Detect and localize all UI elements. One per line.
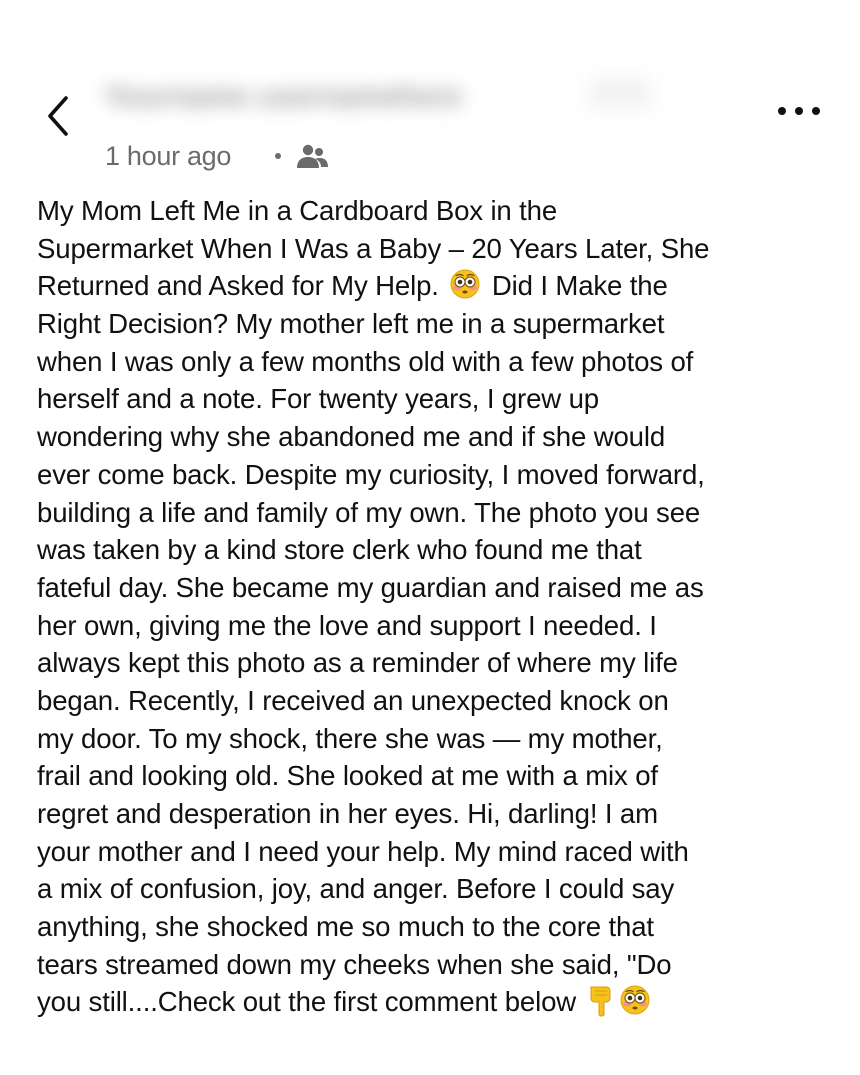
more-horizontal-icon <box>778 107 786 115</box>
post-text-line: frail and looking old. She looked at me … <box>37 757 827 795</box>
post-text-segment: when I was only a few months old with a … <box>37 345 694 377</box>
chevron-left-icon <box>48 96 68 136</box>
post-text-segment: Returned and Asked for My Help. <box>37 270 439 302</box>
post-timestamp[interactable]: 1 hour ago <box>105 141 231 172</box>
post-text-line: fateful day. She became my guardian and … <box>37 569 827 607</box>
post-text-line: Returned and Asked for My Help. Did I Ma… <box>37 267 827 305</box>
post-text-segment: her own, giving me the love and support … <box>37 609 657 641</box>
post-text-segment: My Mom Left Me in a Cardboard Box in the <box>37 195 558 226</box>
post-text-line: My Mom Left Me in a Cardboard Box in the <box>37 192 827 230</box>
post-text-line: regret and desperation in her eyes. Hi, … <box>37 795 827 833</box>
backhand-index-pointing-down-emoji <box>590 986 611 1017</box>
post-text-line: Right Decision? My mother left me in a s… <box>37 305 827 343</box>
post-text-segment: fateful day. She became my guardian and … <box>37 571 704 603</box>
post-text-segment: my door. To my shock, there she was — my… <box>37 722 663 754</box>
post-text-line: anything, she shocked me so much to the … <box>37 908 827 946</box>
post-text-segment: always kept this photo as a reminder of … <box>37 647 678 679</box>
post-text-segment: building a life and family of my own. Th… <box>37 496 701 528</box>
post-text-segment: wondering why she abandoned me and if sh… <box>37 421 666 453</box>
post-text-line: a mix of confusion, joy, and anger. Befo… <box>37 870 827 908</box>
author-name-blurred[interactable]: Yourname usernamehere <box>104 80 462 116</box>
post-text-line: building a life and family of my own. Th… <box>37 494 827 532</box>
post-text-segment: anything, she shocked me so much to the … <box>37 911 654 943</box>
more-options-button[interactable] <box>778 104 820 118</box>
post-text-segment: a mix of confusion, joy, and anger. Befo… <box>37 873 675 905</box>
post-header: Yourname usernamehere 1 hour ago <box>0 0 860 190</box>
post-text-line: began. Recently, I received an unexpecte… <box>37 682 827 720</box>
post-text-segment: regret and desperation in her eyes. Hi, … <box>37 798 658 829</box>
more-dot <box>812 107 820 115</box>
post-text-segment: you still....Check out the first comment… <box>37 986 577 1018</box>
post-text-line: your mother and I need your help. My min… <box>37 833 827 871</box>
blurred-region <box>590 78 650 108</box>
post-text-line: Supermarket When I Was a Baby – 20 Years… <box>37 230 827 268</box>
post-text-line: my door. To my shock, there she was — my… <box>37 720 827 758</box>
post-text-segment: began. Recently, I received an unexpecte… <box>37 684 669 716</box>
friends-icon[interactable] <box>295 142 329 170</box>
post-text-segment: herself and a note. For twenty years, I … <box>37 383 599 415</box>
post-text-line: ever come back. Despite my curiosity, I … <box>37 456 827 494</box>
post-text-line: always kept this photo as a reminder of … <box>37 644 827 682</box>
flushed-face-emoji <box>620 985 650 1015</box>
post-text-segment: Did I Make the <box>484 270 668 302</box>
post-text-line: herself and a note. For twenty years, I … <box>37 380 827 418</box>
post-text-line: her own, giving me the love and support … <box>37 607 827 645</box>
post-text-line: was taken by a kind store clerk who foun… <box>37 531 827 569</box>
post-text-segment: Supermarket When I Was a Baby – 20 Years… <box>37 232 710 264</box>
post-text-line: when I was only a few months old with a … <box>37 343 827 381</box>
post-text-line: you still....Check out the first comment… <box>37 983 827 1021</box>
more-dot <box>795 107 803 115</box>
post-text-line: wondering why she abandoned me and if sh… <box>37 418 827 456</box>
post-text-segment: frail and looking old. She looked at me … <box>37 760 658 792</box>
post-text: My Mom Left Me in a Cardboard Box in the… <box>37 192 827 1021</box>
post-text-segment: ever come back. Despite my curiosity, I … <box>37 458 705 490</box>
separator-dot <box>275 153 282 159</box>
flushed-face-emoji <box>450 269 480 299</box>
back-button[interactable] <box>40 92 80 140</box>
post-text-segment: tears streamed down my cheeks when she s… <box>37 948 672 980</box>
post-text-segment: was taken by a kind store clerk who foun… <box>37 534 642 566</box>
post-text-line: tears streamed down my cheeks when she s… <box>37 946 827 984</box>
post-meta: 1 hour ago <box>105 136 329 176</box>
post-text-segment: your mother and I need your help. My min… <box>37 835 689 867</box>
post-text-segment: Right Decision? My mother left me in a s… <box>37 308 665 340</box>
